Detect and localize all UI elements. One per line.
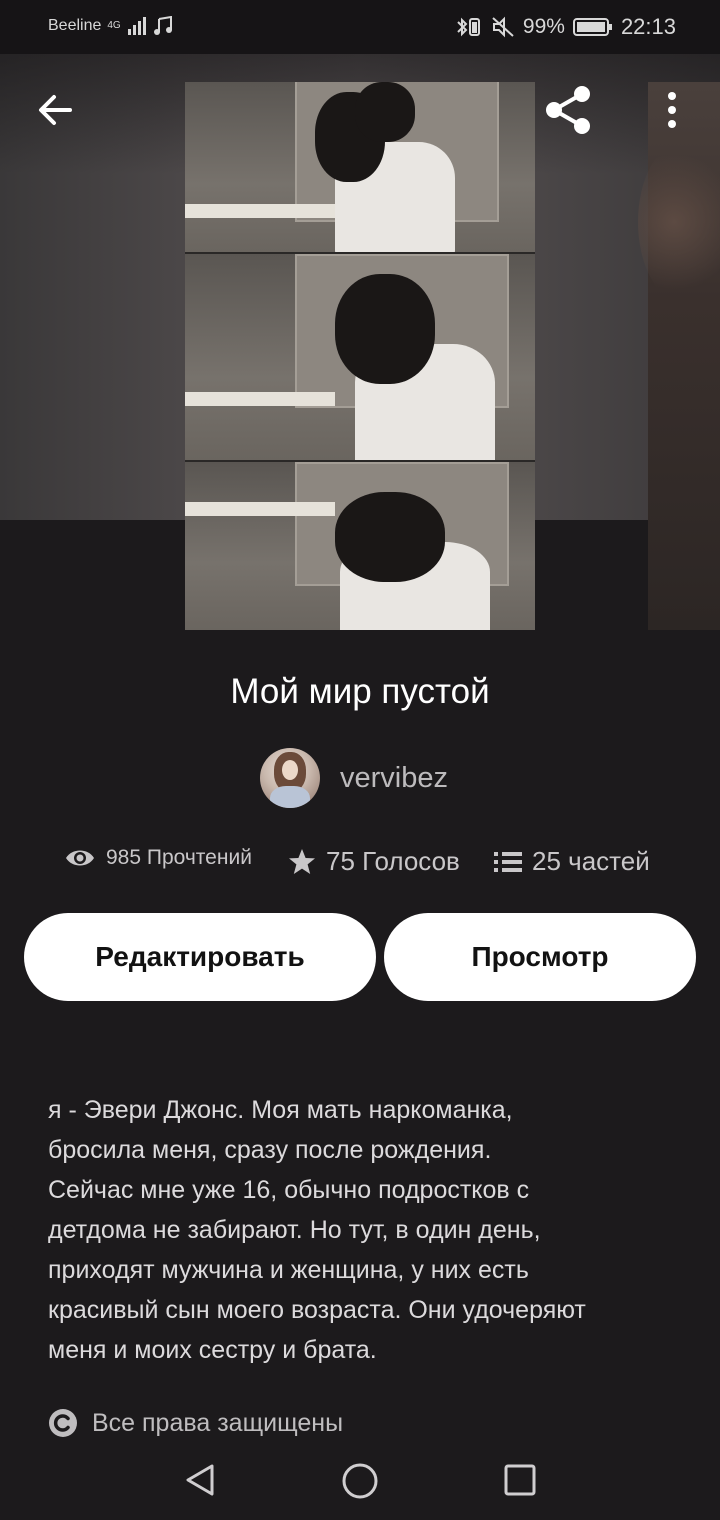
signal-icon <box>127 17 146 35</box>
share-button[interactable] <box>542 84 594 141</box>
cover-panel-1 <box>185 82 535 252</box>
reads-stat: 985 Прочтений <box>64 846 252 870</box>
story-title: Мой мир пустой <box>230 672 490 711</box>
nav-back-button[interactable] <box>182 1462 218 1503</box>
votes-stat: 75 Голосов <box>288 846 460 877</box>
copyright-row: Все права защищены <box>48 1408 343 1438</box>
arrow-left-icon <box>39 95 72 125</box>
copyright-icon <box>49 1409 77 1437</box>
back-button[interactable] <box>34 88 78 137</box>
author-row[interactable]: vervibez <box>260 748 448 808</box>
status-right: 99% 22:13 <box>455 14 676 40</box>
cover-panel-2 <box>185 254 535 460</box>
edit-button[interactable]: Редактировать <box>24 913 376 1001</box>
nav-home-button[interactable] <box>341 1462 379 1505</box>
cover-panel-3 <box>185 462 535 630</box>
clock: 22:13 <box>620 14 676 39</box>
music-note-icon <box>153 16 172 35</box>
story-description: я - Эвери Джонс. Моя мать наркоманка, бр… <box>48 1096 586 1364</box>
status-bar: Beeline 4G 99% 22:13 <box>0 0 720 54</box>
preview-button[interactable]: Просмотр <box>384 913 696 1001</box>
more-vertical-icon <box>668 92 676 128</box>
more-options-button[interactable] <box>660 88 684 137</box>
bluetooth-battery-icon <box>457 17 480 37</box>
share-icon <box>546 86 590 134</box>
carrier-label: Beeline <box>48 17 102 34</box>
nav-recents-button[interactable] <box>502 1462 538 1503</box>
author-name[interactable]: vervibez <box>340 762 448 795</box>
mute-icon <box>492 16 514 38</box>
network-type: 4G <box>107 20 121 31</box>
battery-icon <box>572 18 612 36</box>
eye-icon <box>66 850 94 866</box>
rights-label: Все права защищены <box>92 1408 344 1437</box>
parts-count: 25 частей <box>532 846 650 876</box>
list-icon <box>494 851 522 872</box>
next-cover-preview[interactable] <box>638 82 720 630</box>
author-avatar[interactable] <box>260 748 320 808</box>
story-cover-image <box>185 82 535 630</box>
circle-home-icon <box>342 1463 378 1499</box>
reads-count: 985 Прочтений <box>106 846 252 869</box>
triangle-back-icon <box>186 1464 214 1496</box>
status-left: Beeline 4G <box>48 16 173 36</box>
story-stats: 985 Прочтений 75 Голосов 25 частей <box>64 846 664 886</box>
parts-stat: 25 частей <box>494 846 650 877</box>
system-nav-bar <box>0 1444 720 1520</box>
square-recents-icon <box>504 1464 536 1496</box>
star-icon <box>289 848 315 874</box>
votes-count: 75 Голосов <box>326 846 460 876</box>
battery-percent: 99% <box>522 15 565 38</box>
